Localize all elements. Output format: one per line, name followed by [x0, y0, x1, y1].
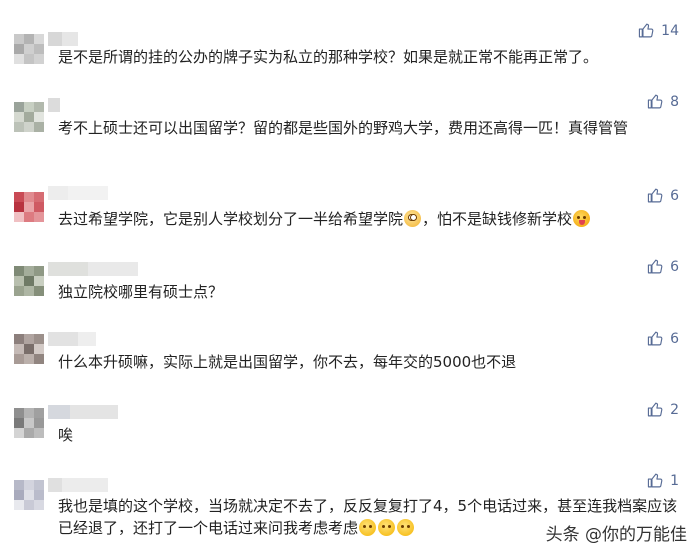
username[interactable] [48, 332, 96, 346]
comment-text: 独立院校哪里有硕士点？ [58, 283, 224, 301]
comment-text-part: 去过希望学院，它是别人学校划分了一半给希望学院 [58, 210, 404, 228]
smile-emoji-icon [378, 519, 396, 536]
like-button[interactable]: 6 [647, 258, 679, 275]
comment-text: 是不是所谓的挂的公办的牌子实为私立的那种学校？如果是就正常不能再正常了。 [58, 48, 599, 66]
like-count: 14 [661, 22, 679, 39]
username[interactable] [48, 98, 60, 112]
username[interactable] [48, 186, 108, 200]
thumbs-up-icon [647, 331, 663, 346]
like-button[interactable]: 6 [647, 330, 679, 347]
flushed-emoji-icon [404, 210, 422, 227]
username[interactable] [48, 478, 108, 492]
username[interactable] [48, 262, 138, 276]
like-button[interactable]: 8 [647, 93, 679, 110]
thumbs-up-icon [647, 94, 663, 109]
comment-text: 唉 [58, 426, 74, 444]
like-button[interactable]: 14 [638, 22, 679, 39]
comment-text: 考不上硕士还可以出国留学？留的都是些国外的野鸡大学，费用还高得一匹！真得管管 [58, 119, 629, 137]
comment-text: 什么本升硕嘛，实际上就是出国留学，你不去，每年交的5000也不退 [58, 353, 517, 371]
like-count: 6 [670, 330, 679, 347]
avatar[interactable] [14, 480, 44, 510]
thumbs-up-icon [647, 259, 663, 274]
comment-text: 去过希望学院，它是别人学校划分了一半给希望学院 ，怕不是缺钱修新学校 [58, 208, 658, 230]
like-count: 6 [670, 258, 679, 275]
like-count: 8 [670, 93, 679, 110]
avatar[interactable] [14, 334, 44, 364]
avatar[interactable] [14, 192, 44, 222]
thumbs-up-icon [647, 473, 663, 488]
thumbs-up-icon [647, 188, 663, 203]
watermark: 头条 @你的万能佳 [545, 525, 687, 545]
avatar[interactable] [14, 34, 44, 64]
tongue-emoji-icon [573, 210, 591, 227]
like-button[interactable]: 2 [647, 401, 679, 418]
like-button[interactable]: 6 [647, 187, 679, 204]
avatar[interactable] [14, 102, 44, 132]
thumbs-up-icon [639, 23, 654, 38]
avatar[interactable] [14, 266, 44, 296]
smile-emoji-icon [359, 519, 377, 536]
smile-emoji-icon [397, 519, 415, 536]
username[interactable] [48, 32, 78, 46]
avatar[interactable] [14, 408, 44, 438]
like-count: 1 [670, 472, 679, 489]
username[interactable] [48, 405, 118, 419]
comment-text-part: ，怕不是缺钱修新学校 [422, 210, 573, 228]
like-button[interactable]: 1 [647, 472, 679, 489]
like-count: 2 [670, 401, 679, 418]
like-count: 6 [670, 187, 679, 204]
thumbs-up-icon [647, 402, 663, 417]
